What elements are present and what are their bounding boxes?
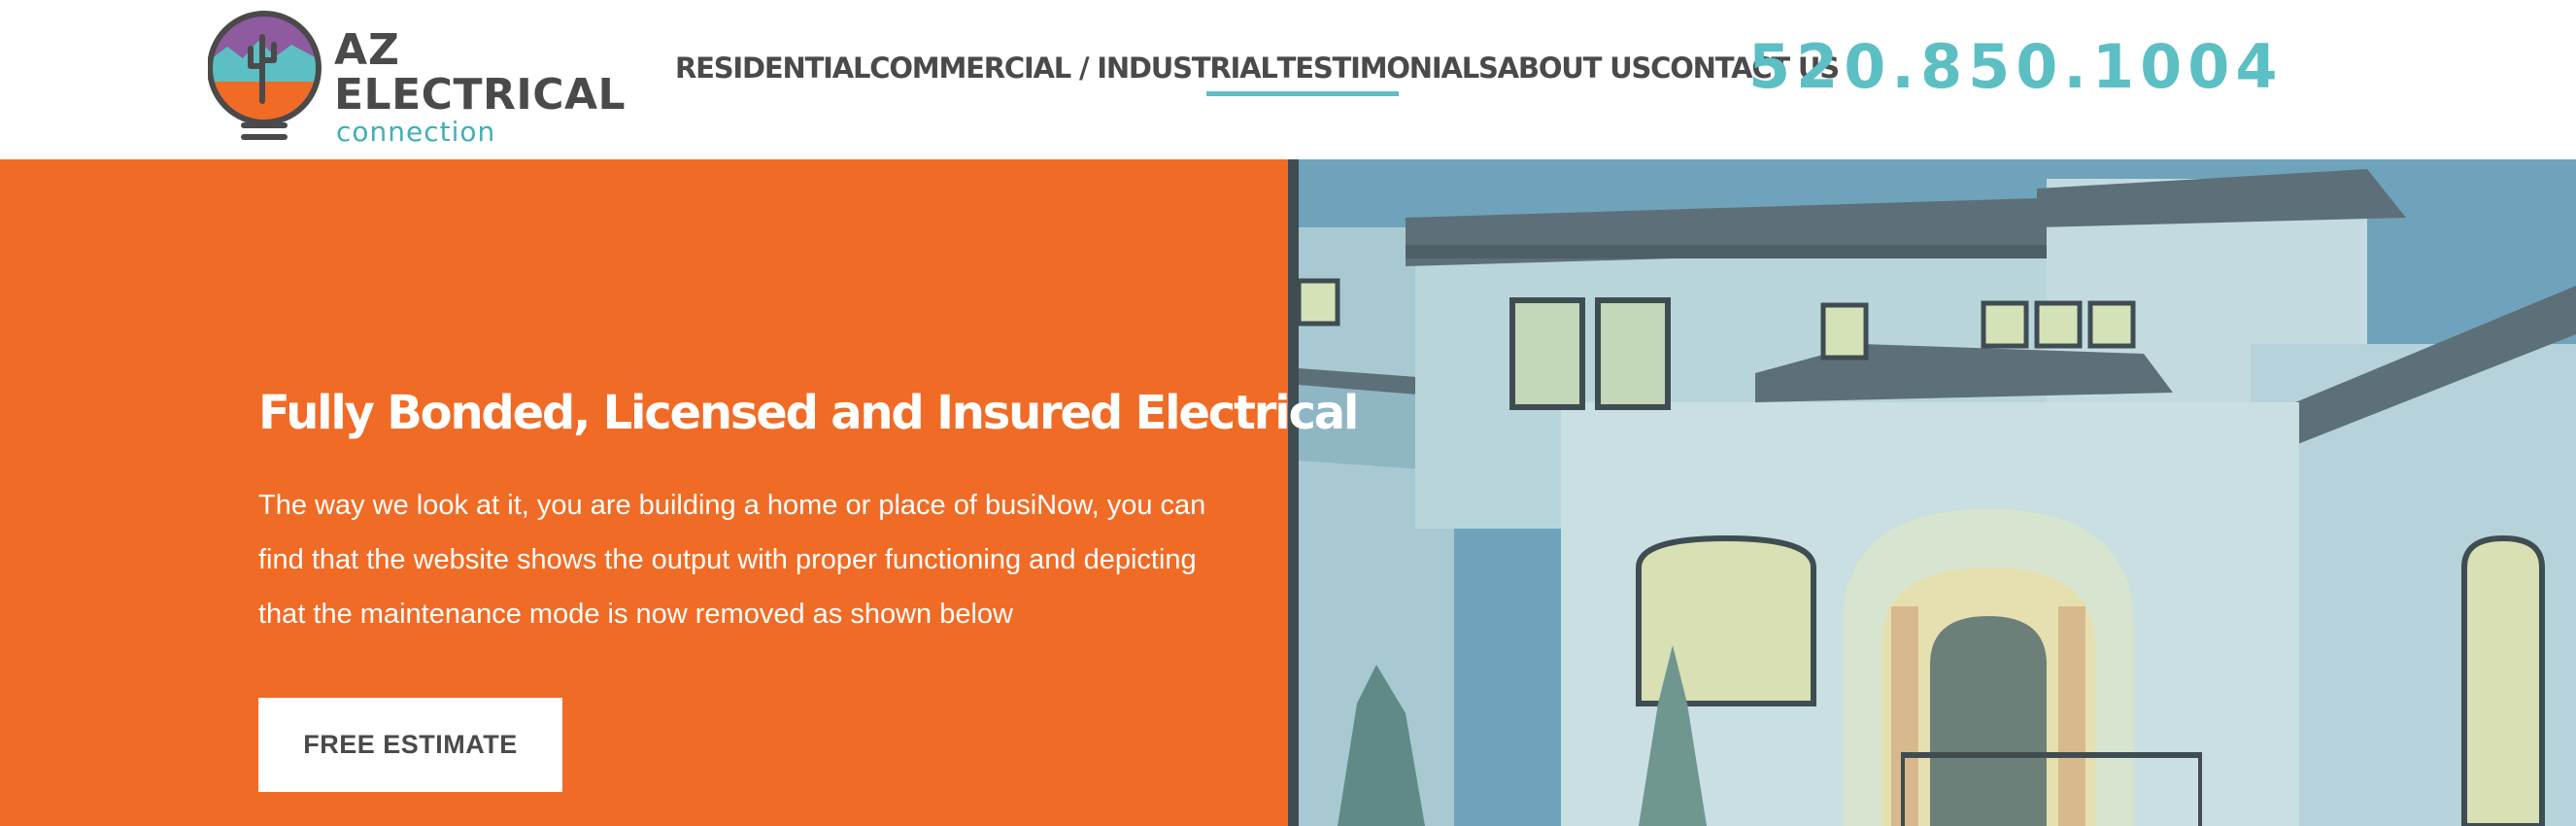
- hero-divider: [1288, 159, 1299, 826]
- hero-title: Fully Bonded, Licensed and Insured Elect…: [258, 386, 1359, 441]
- logo-text-electrical: ELECTRICAL: [334, 70, 627, 120]
- phone-number-link[interactable]: 520.850.1004: [1748, 31, 2284, 103]
- nav-item-about-us[interactable]: ABOUT US: [1498, 49, 1652, 87]
- logo-text-az: AZ: [334, 25, 400, 75]
- hero-image: [1299, 159, 2576, 826]
- main-nav: RESIDENTIAL COMMERCIAL / INDUSTRIAL TEST…: [675, 49, 1840, 87]
- logo-text-connection: connection: [336, 116, 496, 148]
- hero-description: The way we look at it, you are building …: [258, 490, 1206, 630]
- site-header: AZ ELECTRICAL connection RESIDENTIAL COM…: [0, 0, 2576, 159]
- nav-item-testimonials[interactable]: TESTIMONIALS: [1277, 49, 1499, 87]
- nav-item-residential[interactable]: RESIDENTIAL: [675, 49, 870, 87]
- active-nav-underline: [1206, 91, 1399, 96]
- cactus-logo-icon: [208, 11, 322, 140]
- house-illustration: [1299, 159, 2576, 826]
- nav-item-commercial-industrial[interactable]: COMMERCIAL / INDUSTRIAL: [869, 49, 1278, 87]
- free-estimate-button[interactable]: FREE ESTIMATE: [258, 698, 562, 792]
- site-logo[interactable]: AZ ELECTRICAL connection: [208, 8, 626, 154]
